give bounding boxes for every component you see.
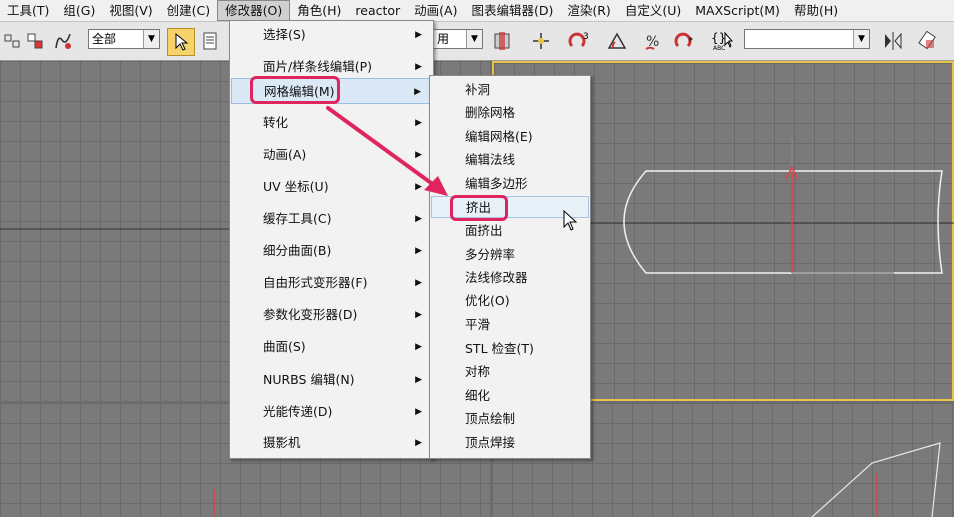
menu-item-label: 参数化变形器(D)	[263, 307, 358, 322]
chevron-right-icon: ▶	[415, 438, 422, 448]
chevron-right-icon: ▶	[415, 62, 422, 72]
menu-item-label: 动画(A)	[263, 147, 307, 162]
reference-coordinate-value: 用	[437, 32, 450, 46]
spinner-snap-icon[interactable]	[672, 28, 698, 54]
menu-animation[interactable]: 动画(A)	[407, 0, 464, 21]
submenu-item-edit-mesh[interactable]: 编辑网格(E)	[431, 126, 589, 148]
submenu-item-vertex-paint[interactable]: 顶点绘制	[431, 408, 589, 430]
menu-item-label: 缓存工具(C)	[263, 211, 332, 226]
mesh-editing-submenu: 补洞 删除网格 编辑网格(E) 编辑法线 编辑多边形 挤出 面挤出 多分辨率 法…	[429, 75, 591, 459]
menu-item-label: 曲面(S)	[263, 339, 306, 354]
chevron-right-icon: ▶	[415, 278, 422, 288]
menu-bar: 工具(T) 组(G) 视图(V) 创建(C) 修改器(O) 角色(H) reac…	[0, 0, 954, 22]
submenu-item-optimize[interactable]: 优化(O)	[431, 290, 589, 312]
menu-item-conversion[interactable]: 转化 ▶	[231, 110, 432, 136]
chevron-right-icon: ▶	[415, 246, 422, 256]
submenu-item-edit-poly[interactable]: 编辑多边形	[431, 173, 589, 195]
select-object-button[interactable]	[167, 28, 195, 56]
menu-graph-editors[interactable]: 图表编辑器(D)	[464, 0, 560, 21]
edit-named-selection-icon[interactable]: {} ABC	[709, 28, 735, 54]
chevron-right-icon: ▶	[415, 150, 422, 160]
svg-text:ABC: ABC	[713, 45, 725, 52]
select-by-name-icon[interactable]	[198, 28, 224, 54]
menu-help[interactable]: 帮助(H)	[787, 0, 845, 21]
menu-item-parametric-deformers[interactable]: 参数化变形器(D) ▶	[231, 302, 432, 328]
submenu-item-edit-normals[interactable]: 编辑法线	[431, 149, 589, 171]
menu-group[interactable]: 组(G)	[56, 0, 102, 21]
submenu-item-multires[interactable]: 多分辨率	[431, 244, 589, 266]
named-selection-sets-dropdown[interactable]: ▼	[744, 29, 870, 49]
chevron-right-icon: ▶	[414, 87, 421, 97]
mouse-cursor-icon	[563, 210, 578, 231]
submenu-item-vertex-weld[interactable]: 顶点焊接	[431, 432, 589, 454]
chevron-right-icon: ▶	[415, 182, 422, 192]
snap-toggle-icon[interactable]: 3	[567, 28, 593, 54]
menu-item-label: 光能传递(D)	[263, 404, 333, 419]
submenu-item-tessellate[interactable]: 细化	[431, 385, 589, 407]
chevron-right-icon: ▶	[415, 310, 422, 320]
main-toolbar: 全部 ▼ 用 ▼ 3 % {} ABC ▼	[0, 22, 954, 61]
selection-filter-value: 全部	[92, 32, 117, 46]
menu-item-label: 自由形式变形器(F)	[263, 275, 368, 290]
svg-text:{}: {}	[711, 31, 726, 45]
angle-snap-icon[interactable]	[604, 28, 630, 54]
percent-snap-icon[interactable]: %	[640, 28, 666, 54]
menu-item-nurbs-editing[interactable]: NURBS 编辑(N) ▶	[231, 367, 432, 393]
annotation-highlight-mesh-editing	[250, 76, 340, 104]
menu-item-cameras[interactable]: 摄影机 ▶	[231, 430, 432, 456]
chevron-right-icon: ▶	[415, 342, 422, 352]
menu-item-animation[interactable]: 动画(A) ▶	[231, 142, 432, 168]
menu-maxscript[interactable]: MAXScript(M)	[688, 0, 787, 21]
submenu-item-cap-holes[interactable]: 补洞	[431, 79, 589, 101]
menu-item-selection[interactable]: 选择(S) ▶	[231, 22, 432, 48]
chevron-down-icon: ▼	[143, 30, 159, 48]
menu-item-subdivision-surfaces[interactable]: 细分曲面(B) ▶	[231, 238, 432, 264]
chevron-right-icon: ▶	[415, 118, 422, 128]
pivot-center-icon[interactable]	[489, 28, 515, 54]
menu-item-free-form-deformers[interactable]: 自由形式变形器(F) ▶	[231, 270, 432, 296]
svg-text:3: 3	[583, 32, 589, 42]
menu-modifiers[interactable]: 修改器(O)	[217, 0, 291, 21]
menu-item-uv-coordinates[interactable]: UV 坐标(U) ▶	[231, 174, 432, 200]
menu-item-label: 转化	[263, 115, 289, 130]
menu-item-cache-tools[interactable]: 缓存工具(C) ▶	[231, 206, 432, 232]
menu-reactor[interactable]: reactor	[348, 0, 407, 21]
select-manipulate-icon[interactable]	[528, 28, 554, 54]
chevron-right-icon: ▶	[415, 375, 422, 385]
unlink-icon[interactable]	[22, 28, 48, 54]
menu-customize[interactable]: 自定义(U)	[618, 0, 688, 21]
menu-tools[interactable]: 工具(T)	[0, 0, 56, 21]
chevron-right-icon: ▶	[415, 407, 422, 417]
menu-character[interactable]: 角色(H)	[290, 0, 348, 21]
menu-item-label: NURBS 编辑(N)	[263, 372, 355, 387]
menu-item-label: 选择(S)	[263, 27, 306, 42]
chevron-down-icon: ▼	[853, 30, 869, 48]
menu-create[interactable]: 创建(C)	[160, 0, 217, 21]
submenu-item-stl-check[interactable]: STL 检查(T)	[431, 338, 589, 360]
menu-item-label: UV 坐标(U)	[263, 179, 329, 194]
selection-filter-dropdown[interactable]: 全部 ▼	[88, 29, 160, 49]
mirror-icon[interactable]	[880, 28, 906, 54]
align-icon[interactable]	[915, 28, 941, 54]
menu-item-surface[interactable]: 曲面(S) ▶	[231, 334, 432, 360]
menu-views[interactable]: 视图(V)	[102, 0, 159, 21]
submenu-item-smooth[interactable]: 平滑	[431, 314, 589, 336]
annotation-highlight-extrude	[450, 195, 508, 221]
bind-space-warp-icon[interactable]	[50, 28, 76, 54]
menu-item-label: 细分曲面(B)	[263, 243, 332, 258]
menu-item-label: 面片/样条线编辑(P)	[263, 59, 373, 74]
menu-item-radiosity[interactable]: 光能传递(D) ▶	[231, 399, 432, 425]
menu-rendering[interactable]: 渲染(R)	[560, 0, 617, 21]
submenu-item-delete-mesh[interactable]: 删除网格	[431, 102, 589, 124]
menu-item-label: 摄影机	[263, 435, 301, 450]
chevron-right-icon: ▶	[415, 30, 422, 40]
reference-coordinate-dropdown[interactable]: 用 ▼	[433, 29, 483, 49]
submenu-item-normal-modifier[interactable]: 法线修改器	[431, 267, 589, 289]
chevron-right-icon: ▶	[415, 214, 422, 224]
chevron-down-icon: ▼	[466, 30, 482, 48]
submenu-item-symmetry[interactable]: 对称	[431, 361, 589, 383]
